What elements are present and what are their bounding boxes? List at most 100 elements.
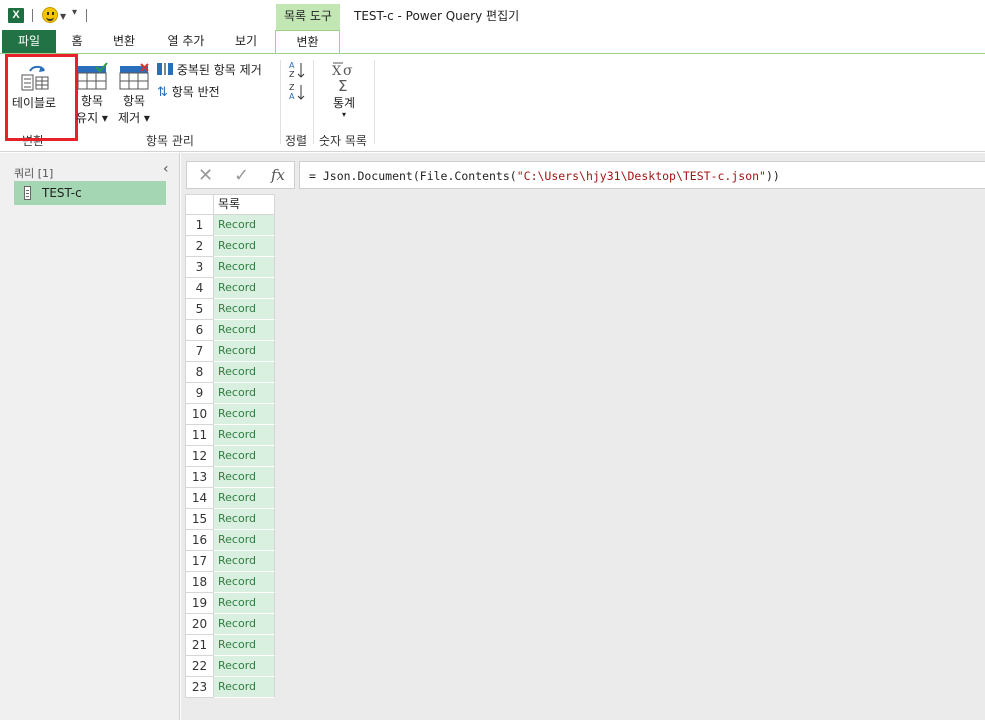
confirm-icon[interactable]: ✓ — [234, 165, 249, 186]
tab-add-column[interactable]: 열 추가 — [158, 30, 214, 54]
remove-items-button[interactable]: 항목 제거 ▾ — [114, 62, 154, 128]
row-number[interactable]: 17 — [185, 551, 214, 572]
reverse-items-button[interactable]: ⇅ 항목 반전 — [157, 83, 220, 101]
record-cell[interactable]: Record — [214, 404, 275, 425]
table-row[interactable]: 20 Record — [185, 614, 275, 635]
column-header[interactable]: 목록 — [214, 194, 275, 215]
row-number[interactable]: 14 — [185, 488, 214, 509]
record-cell[interactable]: Record — [214, 446, 275, 467]
row-number[interactable]: 18 — [185, 572, 214, 593]
table-row[interactable]: 17 Record — [185, 551, 275, 572]
row-number[interactable]: 11 — [185, 425, 214, 446]
formula-bar[interactable]: = Json.Document(File.Contents("C:\Users\… — [299, 161, 985, 189]
sort-descending-button[interactable]: Z A — [288, 82, 306, 102]
record-cell[interactable]: Record — [214, 362, 275, 383]
queries-header: 쿼리 [1] — [14, 167, 54, 180]
row-number[interactable]: 1 — [185, 215, 214, 236]
row-number[interactable]: 6 — [185, 320, 214, 341]
row-number[interactable]: 9 — [185, 383, 214, 404]
record-cell[interactable]: Record — [214, 215, 275, 236]
sort-ascending-button[interactable]: A Z — [288, 60, 306, 80]
table-row[interactable]: 10 Record — [185, 404, 275, 425]
cancel-icon[interactable]: ✕ — [198, 165, 213, 186]
row-number[interactable]: 21 — [185, 635, 214, 656]
record-cell[interactable]: Record — [214, 278, 275, 299]
table-row[interactable]: 14 Record — [185, 488, 275, 509]
record-cell[interactable]: Record — [214, 656, 275, 677]
record-cell[interactable]: Record — [214, 614, 275, 635]
tab-list-transform[interactable]: 변환 — [275, 30, 340, 55]
record-cell[interactable]: Record — [214, 320, 275, 341]
statistics-button[interactable]: X σ Σ 통계 ▾ — [324, 60, 364, 128]
table-row[interactable]: 6 Record — [185, 320, 275, 341]
tab-view[interactable]: 보기 — [226, 30, 266, 54]
row-number[interactable]: 23 — [185, 677, 214, 698]
fx-icon[interactable]: fx — [271, 166, 285, 184]
row-number[interactable]: 7 — [185, 341, 214, 362]
table-row[interactable]: 13 Record — [185, 467, 275, 488]
formula-string: "C:\Users\hjy31\Desktop\TEST-c.json" — [516, 169, 766, 183]
divider — [86, 9, 87, 22]
row-number[interactable]: 5 — [185, 299, 214, 320]
chevron-down-icon[interactable]: ▼ — [60, 12, 66, 21]
tab-transform[interactable]: 변환 — [104, 30, 144, 54]
record-cell[interactable]: Record — [214, 488, 275, 509]
table-row[interactable]: 1 Record — [185, 215, 275, 236]
table-row[interactable]: 22 Record — [185, 656, 275, 677]
row-number[interactable]: 2 — [185, 236, 214, 257]
table-row[interactable]: 23 Record — [185, 677, 275, 698]
table-row[interactable]: 12 Record — [185, 446, 275, 467]
row-number[interactable]: 16 — [185, 530, 214, 551]
tab-file[interactable]: 파일 — [2, 30, 56, 54]
record-cell[interactable]: Record — [214, 509, 275, 530]
grid-corner[interactable] — [185, 194, 214, 215]
row-number[interactable]: 20 — [185, 614, 214, 635]
smiley-feedback-icon[interactable] — [42, 7, 58, 23]
table-row[interactable]: 8 Record — [185, 362, 275, 383]
row-number[interactable]: 4 — [185, 278, 214, 299]
collapse-pane-icon[interactable]: ‹ — [163, 161, 169, 177]
table-row[interactable]: 9 Record — [185, 383, 275, 404]
record-cell[interactable]: Record — [214, 425, 275, 446]
record-cell[interactable]: Record — [214, 467, 275, 488]
record-cell[interactable]: Record — [214, 635, 275, 656]
table-row[interactable]: 3 Record — [185, 257, 275, 278]
table-row[interactable]: 21 Record — [185, 635, 275, 656]
record-cell[interactable]: Record — [214, 383, 275, 404]
remove-duplicates-icon — [157, 63, 173, 75]
row-number[interactable]: 3 — [185, 257, 214, 278]
table-row[interactable]: 2 Record — [185, 236, 275, 257]
record-cell[interactable]: Record — [214, 530, 275, 551]
table-row[interactable]: 16 Record — [185, 530, 275, 551]
customize-qat-icon[interactable]: ▾ — [72, 8, 77, 18]
query-item[interactable]: TEST-c — [14, 181, 166, 205]
record-cell[interactable]: Record — [214, 257, 275, 278]
group-divider — [374, 60, 375, 144]
record-cell[interactable]: Record — [214, 677, 275, 698]
record-cell[interactable]: Record — [214, 341, 275, 362]
row-number[interactable]: 12 — [185, 446, 214, 467]
table-row[interactable]: 18 Record — [185, 572, 275, 593]
row-number[interactable]: 8 — [185, 362, 214, 383]
table-row[interactable]: 15 Record — [185, 509, 275, 530]
excel-icon[interactable]: X — [8, 8, 24, 23]
table-row[interactable]: 5 Record — [185, 299, 275, 320]
record-cell[interactable]: Record — [214, 236, 275, 257]
row-number[interactable]: 15 — [185, 509, 214, 530]
remove-duplicates-button[interactable]: 중복된 항목 제거 — [157, 61, 262, 79]
row-number[interactable]: 22 — [185, 656, 214, 677]
record-cell[interactable]: Record — [214, 593, 275, 614]
table-row[interactable]: 4 Record — [185, 278, 275, 299]
record-cell[interactable]: Record — [214, 572, 275, 593]
keep-items-button[interactable]: 항목 유지 ▾ — [72, 62, 112, 128]
table-row[interactable]: 11 Record — [185, 425, 275, 446]
row-number[interactable]: 10 — [185, 404, 214, 425]
record-cell[interactable]: Record — [214, 299, 275, 320]
table-row[interactable]: 19 Record — [185, 593, 275, 614]
row-number[interactable]: 13 — [185, 467, 214, 488]
row-number[interactable]: 19 — [185, 593, 214, 614]
table-row[interactable]: 7 Record — [185, 341, 275, 362]
tab-home[interactable]: 홈 — [62, 30, 92, 54]
record-cell[interactable]: Record — [214, 551, 275, 572]
title-bar: X ▼ ▾ 목록 도구 TEST-c - Power Query 편집기 — [0, 0, 985, 30]
